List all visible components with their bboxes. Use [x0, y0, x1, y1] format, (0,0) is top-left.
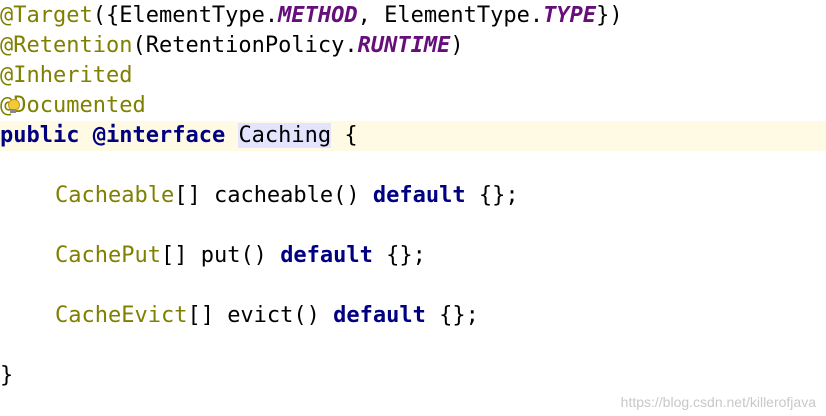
element-type-ref-2[interactable]: ElementType. — [384, 3, 543, 28]
line1-close-paren: }) — [596, 3, 623, 28]
inherited-annotation[interactable]: @Inherited — [0, 63, 132, 88]
put-default-value: {}; — [372, 243, 426, 268]
line2-close-paren: ) — [450, 33, 464, 58]
default-keyword-2[interactable]: default — [280, 243, 373, 268]
runtime-constant[interactable]: RUNTIME — [358, 33, 451, 58]
evict-method[interactable]: [] evict() — [187, 303, 333, 328]
lightbulb-icon[interactable] — [6, 99, 21, 113]
interface-keyword[interactable]: @interface — [93, 123, 225, 148]
documented-annotation[interactable]: Documented — [13, 93, 145, 118]
close-brace: } — [0, 363, 14, 388]
code-line-7[interactable]: CachePut[] put() default {}; — [0, 241, 426, 271]
element-type-ref-1[interactable]: ElementType. — [119, 3, 278, 28]
retention-annotation[interactable]: @Retention — [0, 33, 132, 58]
line1-open-paren: ({ — [92, 3, 120, 28]
open-brace: { — [344, 123, 358, 148]
code-editor[interactable]: @Target({ElementType.METHOD, ElementType… — [0, 0, 826, 416]
retention-policy-ref[interactable]: RetentionPolicy. — [146, 33, 358, 58]
code-line-5[interactable]: public @interface Caching { — [0, 121, 826, 151]
line2-open-paren: ( — [132, 33, 146, 58]
line1-comma: , — [357, 3, 385, 28]
default-keyword-1[interactable]: default — [373, 183, 466, 208]
caching-identifier[interactable]: Caching — [238, 123, 332, 148]
cacheable-type[interactable]: Cacheable — [55, 183, 174, 208]
code-line-6[interactable]: Cacheable[] cacheable() default {}; — [0, 181, 519, 211]
method-constant[interactable]: METHOD — [278, 3, 357, 28]
cacheable-method[interactable]: [] cacheable() — [174, 183, 373, 208]
type-constant[interactable]: TYPE — [543, 3, 596, 28]
code-line-4[interactable]: @Documented — [0, 91, 146, 121]
watermark: https://blog.csdn.net/killerofjava — [620, 394, 816, 410]
default-keyword-3[interactable]: default — [333, 303, 426, 328]
target-annotation[interactable]: @Target — [0, 3, 93, 28]
public-keyword[interactable]: public — [0, 123, 79, 148]
code-line-9[interactable]: } — [0, 361, 13, 391]
cacheable-default-value: {}; — [465, 183, 519, 208]
code-line-3[interactable]: @Inherited — [0, 61, 132, 91]
code-line-1[interactable]: @Target({ElementType.METHOD, ElementType… — [0, 1, 623, 31]
evict-default-value: {}; — [425, 303, 479, 328]
code-line-8[interactable]: CacheEvict[] evict() default {}; — [0, 301, 479, 331]
code-line-2[interactable]: @Retention(RetentionPolicy.RUNTIME) — [0, 31, 464, 61]
put-method[interactable]: [] put() — [161, 243, 280, 268]
cacheevict-type[interactable]: CacheEvict — [55, 303, 187, 328]
cacheput-type[interactable]: CachePut — [55, 243, 161, 268]
